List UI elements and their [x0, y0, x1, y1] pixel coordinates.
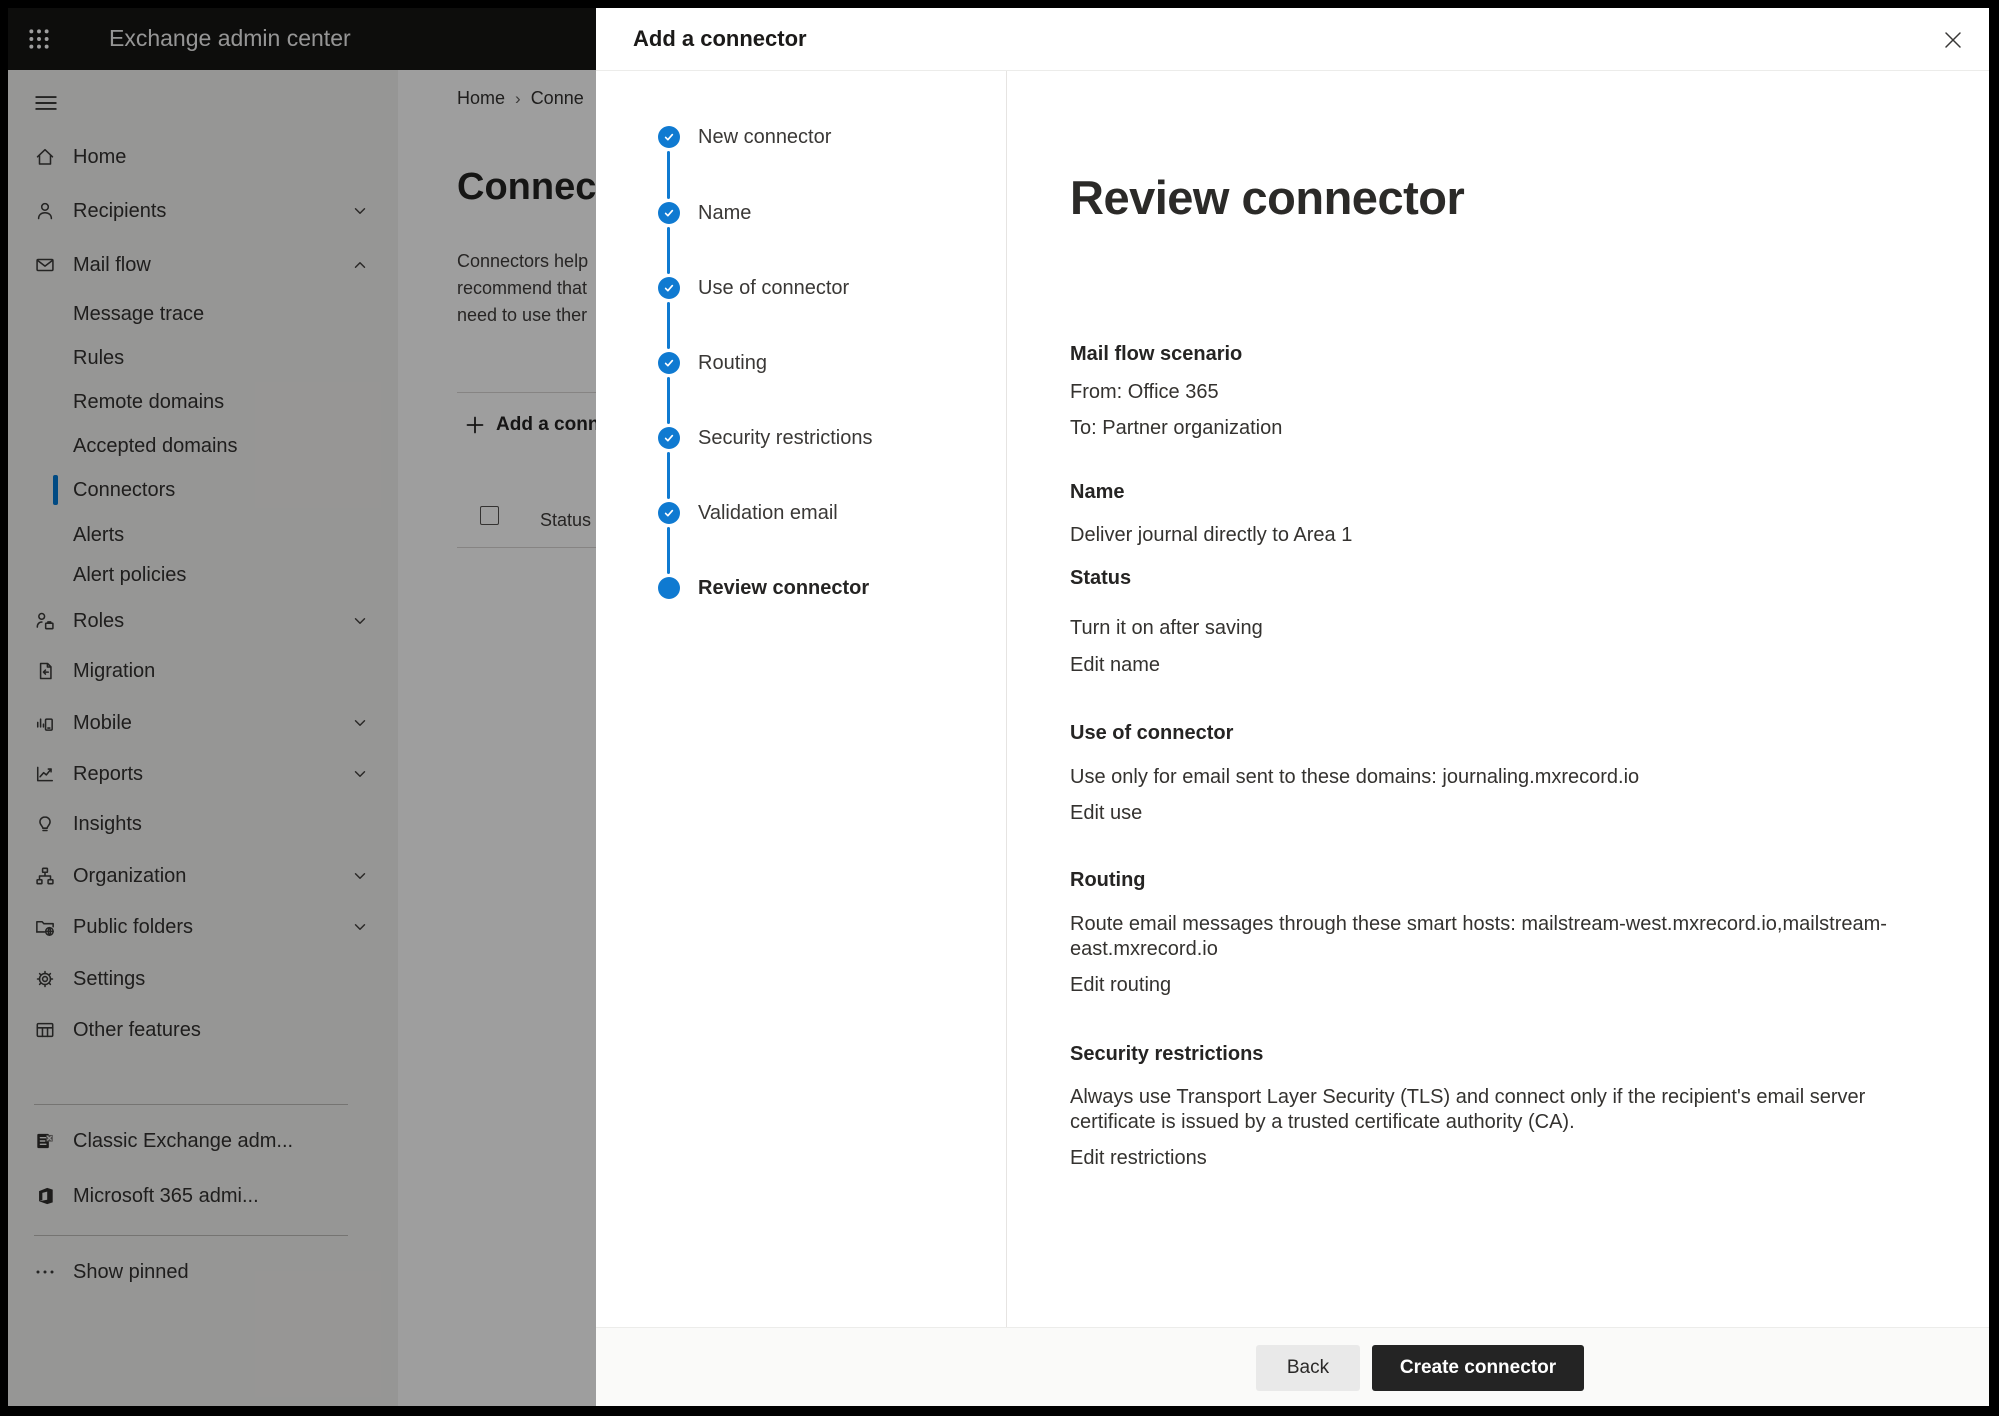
- panel-footer: Back Create connector: [596, 1327, 1989, 1406]
- wizard-step-label: Use of connector: [698, 275, 849, 301]
- wizard-step-name[interactable]: Name: [596, 191, 996, 235]
- review-value-line: east.mxrecord.io: [1070, 937, 1887, 962]
- add-connector-panel: Add a connector New connector Name Use of …: [596, 8, 1989, 1406]
- wizard-step-label: Name: [698, 200, 751, 226]
- wizard-step-use-of-connector[interactable]: Use of connector: [596, 266, 996, 310]
- review-value: Turn it on after saving: [1070, 616, 1263, 641]
- review-value-line: certificate is issued by a trusted certi…: [1070, 1110, 1865, 1135]
- edit-restrictions-link[interactable]: Edit restrictions: [1070, 1146, 1207, 1171]
- edit-name-link[interactable]: Edit name: [1070, 653, 1160, 678]
- edit-use-link[interactable]: Edit use: [1070, 801, 1142, 826]
- edit-routing-link[interactable]: Edit routing: [1070, 973, 1171, 998]
- wizard-step-label: New connector: [698, 124, 831, 150]
- wizard-step-routing[interactable]: Routing: [596, 341, 996, 385]
- review-heading: Review connector: [1070, 170, 1464, 225]
- header-divider: [596, 70, 1989, 71]
- wizard-step-security-restrictions[interactable]: Security restrictions: [596, 416, 996, 460]
- review-section-title: Routing: [1070, 868, 1146, 893]
- wizard-step-label: Review connector: [698, 575, 869, 601]
- review-section-title: Status: [1070, 566, 1131, 591]
- review-section-title: Mail flow scenario: [1070, 342, 1242, 367]
- wizard-step-review-connector[interactable]: Review connector: [596, 566, 996, 610]
- review-value: Route email messages through these smart…: [1070, 912, 1887, 962]
- review-value-line: Route email messages through these smart…: [1070, 912, 1887, 937]
- completed-step-check-icon: [658, 277, 680, 299]
- completed-step-check-icon: [658, 502, 680, 524]
- current-step-circle: [658, 577, 680, 599]
- review-value: Use only for email sent to these domains…: [1070, 765, 1639, 790]
- completed-step-check-icon: [658, 202, 680, 224]
- wizard-step-label: Routing: [698, 350, 767, 376]
- review-value: From: Office 365: [1070, 380, 1219, 405]
- app-window: Exchange admin center HomeRecipientsMail…: [8, 8, 1989, 1406]
- wizard-step-label: Security restrictions: [698, 425, 873, 451]
- wizard-divider: [1006, 71, 1007, 1327]
- wizard-step-label: Validation email: [698, 500, 838, 526]
- review-value: Deliver journal directly to Area 1: [1070, 523, 1352, 548]
- create-connector-button[interactable]: Create connector: [1372, 1345, 1584, 1391]
- completed-step-check-icon: [658, 352, 680, 374]
- review-value-line: Always use Transport Layer Security (TLS…: [1070, 1085, 1865, 1110]
- back-button[interactable]: Back: [1256, 1345, 1360, 1391]
- review-value: To: Partner organization: [1070, 416, 1282, 441]
- review-section-title: Security restrictions: [1070, 1042, 1263, 1067]
- close-icon[interactable]: [1940, 27, 1966, 53]
- wizard-step-validation-email[interactable]: Validation email: [596, 491, 996, 535]
- completed-step-check-icon: [658, 427, 680, 449]
- review-value: Always use Transport Layer Security (TLS…: [1070, 1085, 1865, 1135]
- review-section-title: Name: [1070, 480, 1124, 505]
- completed-step-check-icon: [658, 126, 680, 148]
- review-section-title: Use of connector: [1070, 721, 1233, 746]
- wizard-step-new-connector[interactable]: New connector: [596, 115, 996, 159]
- panel-title: Add a connector: [633, 26, 807, 52]
